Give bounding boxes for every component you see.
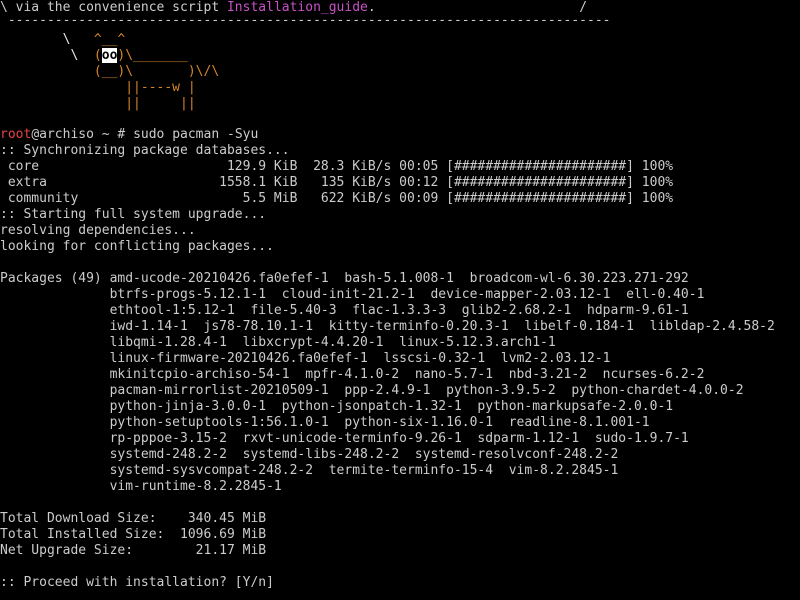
package-list-line: systemd-sysvcompat-248.2-2 termite-termi… (0, 463, 619, 478)
package-list-line: python-jinja-3.0.0-1 python-jsonpatch-1.… (0, 399, 674, 414)
package-list-line: systemd-248.2-2 systemd-libs-248.2-2 sys… (0, 447, 619, 462)
proceed-prompt[interactable]: :: Proceed with installation? [Y/n] (0, 575, 274, 591)
looking-for-conflicts: looking for conflicting packages... (0, 239, 274, 254)
motd-rule: ----------------------------------------… (0, 13, 611, 28)
package-list-line: ethtool-1:5.12-1 file-5.40-3 flac-1.3.3-… (0, 303, 689, 318)
proceed-question: :: Proceed with installation? [Y/n] (0, 575, 274, 590)
cowsay-backslash: \ (0, 48, 94, 63)
cow-head-left: ( (93, 48, 102, 63)
package-list-line: iwd-1.14-1 js78-78.10.1-1 kitty-terminfo… (0, 319, 775, 334)
sync-header: :: Synchronizing package databases... (0, 143, 290, 158)
repo-progress-core: core 129.9 KiB 28.3 KiB/s 00:05 [#######… (0, 159, 674, 174)
cowsay-line-3: (__)\ )\/\ (0, 64, 219, 80)
cowsay-backslash: \ (0, 32, 94, 47)
terminal-window[interactable]: \ via the convenience script Installatio… (0, 0, 800, 600)
cow-head-right: )\_______ (117, 48, 188, 63)
cowsay-line-4: ||----w | (0, 80, 196, 95)
cowsay-line-5: || || (0, 96, 196, 111)
package-list-line: mkinitcpio-archiso-54-1 mpfr-4.1.0-2 nan… (0, 367, 705, 382)
cow-body: (__)\ )\/\ (93, 64, 220, 79)
prompt-host: @archiso (31, 127, 94, 142)
cow-eyes: oo (101, 48, 118, 63)
package-list-line: libqmi-1.28.4-1 libxcrypt-4.4.20-1 linux… (0, 335, 556, 350)
package-list-line: linux-firmware-20210426.fa0efef-1 lsscsi… (0, 351, 611, 366)
package-list-line: vim-runtime-8.2.2845-1 (0, 479, 282, 494)
package-list-line: pacman-mirrorlist-20210509-1 ppp-2.4.9-1… (0, 383, 744, 398)
upgrade-start: :: Starting full system upgrade... (0, 207, 267, 222)
package-list-line: btrfs-progs-5.12.1-1 cloud-init-21.2-1 d… (0, 287, 705, 302)
resolving-dependencies: resolving dependencies... (0, 223, 196, 238)
cowsay-line-1: \ ^__^ (0, 32, 126, 48)
repo-progress-extra: extra 1558.1 KiB 135 KiB/s 00:12 [######… (0, 175, 674, 190)
package-list-line: rp-pppoe-3.15-2 rxvt-unicode-terminfo-9.… (0, 431, 689, 446)
cowsay-line-2: \ (oo)\_______ (0, 48, 188, 64)
prompt-user: root (0, 127, 32, 142)
repo-progress-community: community 5.5 MiB 622 KiB/s 00:09 [#####… (0, 191, 674, 206)
total-download-size: Total Download Size: 340.45 MiB (0, 511, 267, 526)
package-list-line: Packages (49) amd-ucode-20210426.fa0efef… (0, 271, 689, 286)
net-upgrade-size: Net Upgrade Size: 21.17 MiB (0, 543, 267, 558)
total-installed-size: Total Installed Size: 1096.69 MiB (0, 527, 267, 542)
shell-prompt: root@archiso ~ # sudo pacman -Syu (0, 127, 258, 143)
cow-indent (0, 64, 94, 79)
prompt-command: ~ # sudo pacman -Syu (93, 127, 259, 142)
package-list-line: python-setuptools-1:56.1.0-1 python-six-… (0, 415, 650, 430)
cow-ears: ^__^ (93, 32, 126, 47)
